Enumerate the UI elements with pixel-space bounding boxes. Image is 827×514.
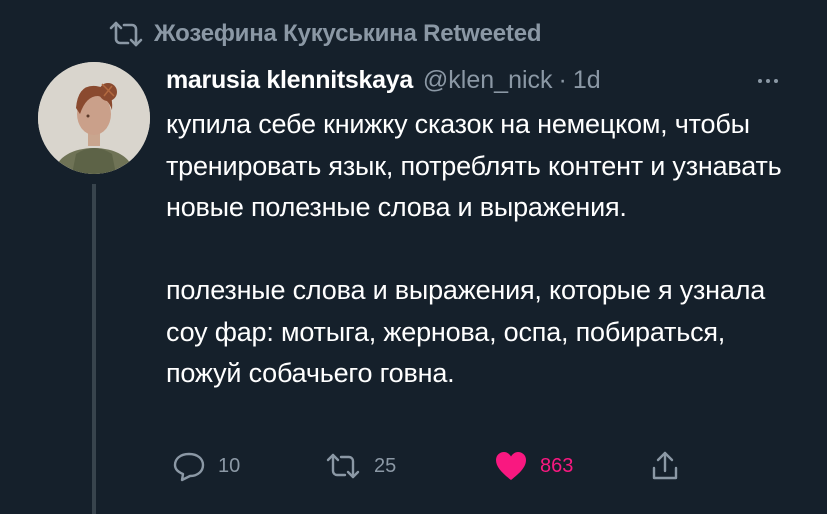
heart-icon — [494, 450, 528, 482]
tweet-text: купила себе книжку сказок на немецком, ч… — [166, 104, 806, 395]
author-handle[interactable]: @klen_nick — [423, 66, 553, 95]
reply-button[interactable]: 10 — [172, 446, 240, 486]
avatar[interactable] — [38, 62, 150, 174]
thread-line — [92, 184, 96, 514]
retweet-banner[interactable]: Жозефина Кукуськина Retweeted — [108, 14, 542, 54]
tweet-paragraph-1: купила себе книжку сказок на немецком, ч… — [166, 109, 782, 222]
retweet-button[interactable]: 25 — [324, 446, 396, 486]
retweet-count: 25 — [374, 454, 397, 477]
retweet-banner-text: Жозефина Кукуськина Retweeted — [154, 20, 542, 47]
more-options-icon[interactable] — [748, 66, 788, 96]
like-count: 863 — [540, 454, 574, 477]
retweet-icon — [108, 19, 144, 49]
reply-icon — [172, 450, 206, 482]
tweet-time[interactable]: 1d — [573, 66, 601, 95]
author-name[interactable]: marusia klennitskaya — [166, 66, 413, 95]
share-button[interactable] — [650, 446, 680, 486]
like-button[interactable]: 863 — [494, 446, 573, 486]
tweet-header: marusia klennitskaya @klen_nick · 1d — [166, 60, 601, 100]
tweet-paragraph-2: полезные слова и выражения, которые я уз… — [166, 275, 766, 388]
retweet-icon — [324, 451, 362, 481]
tweet-actions: 10 25 863 — [166, 446, 706, 486]
reply-count: 10 — [218, 454, 241, 477]
share-icon — [650, 450, 680, 482]
separator-dot: · — [558, 65, 567, 94]
